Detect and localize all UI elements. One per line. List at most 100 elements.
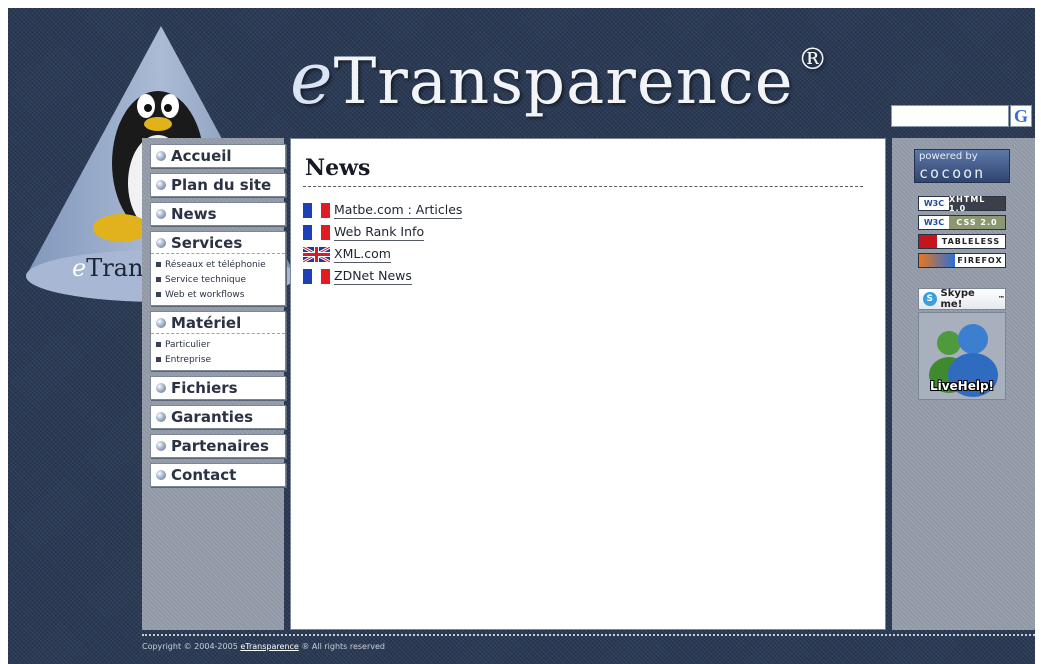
nav-block-partenaires: Partenaires (150, 434, 286, 458)
site-title: eTransparence ® (290, 36, 829, 120)
w3c-label: W3C (919, 216, 949, 229)
services-submenu: Réseaux et téléphonie Service technique … (151, 254, 285, 305)
nav-item-materiel[interactable]: Matériel (151, 312, 285, 334)
footer-brand-link[interactable]: eTransparence (240, 642, 298, 651)
footer-copyright: Copyright © 2004-2005 (142, 642, 238, 651)
flag-france-icon (303, 224, 330, 240)
bullet-icon (156, 383, 166, 393)
cone-brand-initial: e (72, 254, 86, 282)
nav-label: Garanties (171, 408, 254, 426)
nav-item-plan-du-site[interactable]: Plan du site (151, 174, 285, 196)
subnav-label: Réseaux et téléphonie (165, 259, 266, 270)
news-item: ZDNet News (303, 265, 462, 287)
bullet-icon (156, 237, 166, 248)
nav-label: Services (171, 233, 243, 252)
w3c-css-badge[interactable]: W3C CSS 2.0 (918, 215, 1006, 230)
news-list: Matbe.com : Articles Web Rank Info XML.c… (303, 199, 463, 287)
nav-label: News (171, 205, 217, 223)
nav-block-plan: Plan du site (150, 173, 286, 197)
w3c-xhtml-badge[interactable]: W3C XHTML 1.0 (918, 195, 1006, 213)
cocoon-badge-bottom: cocoon (919, 164, 986, 182)
skype-tm: ™ (998, 295, 1005, 303)
tableless-badge[interactable]: TABLELESS (918, 234, 1006, 249)
nav-label: Fichiers (171, 379, 238, 397)
footer-rights: ® All rights reserved (301, 642, 386, 651)
skype-label: Skype me! (940, 288, 975, 310)
tableless-label: TABLELESS (941, 237, 1001, 246)
flag-france-icon (303, 268, 330, 284)
news-item: Web Rank Info (303, 221, 462, 243)
bullet-icon (156, 151, 166, 161)
flag-uk-icon (303, 246, 330, 262)
square-bullet-icon (156, 342, 161, 347)
bullet-icon (156, 317, 166, 328)
nav-label: Plan du site (171, 176, 272, 194)
title-divider (303, 186, 863, 187)
bullet-icon (156, 470, 166, 480)
skype-icon: S (923, 292, 937, 306)
subnav-particulier[interactable]: Particulier (156, 337, 285, 352)
nav-label: Contact (171, 466, 237, 484)
w3c-label: W3C (919, 197, 949, 210)
page-title: News (305, 155, 371, 181)
nav-item-contact[interactable]: Contact (151, 464, 285, 486)
css-label: CSS 2.0 (949, 216, 1005, 229)
nav-block-accueil: Accueil (150, 144, 286, 168)
subnav-web-workflows[interactable]: Web et workflows (156, 287, 285, 302)
search-input[interactable] (891, 105, 1009, 127)
bullet-icon (156, 209, 166, 219)
subnav-service-technique[interactable]: Service technique (156, 272, 285, 287)
bullet-icon (156, 180, 166, 190)
footer-divider (142, 634, 1035, 636)
page-frame: eTransp eTransparence ® G Accueil Plan du… (8, 8, 1035, 664)
news-link-zdnet[interactable]: ZDNet News (334, 268, 412, 285)
nav-item-partenaires[interactable]: Partenaires (151, 435, 285, 457)
nav-label: Accueil (171, 147, 232, 165)
bullet-icon (156, 441, 166, 451)
nav-item-accueil[interactable]: Accueil (151, 145, 285, 167)
nav-label: Partenaires (171, 437, 269, 455)
skype-me-badge[interactable]: S Skype me! ™ (918, 288, 1006, 310)
nav-block-fichiers: Fichiers (150, 376, 286, 400)
powered-by-cocoon-badge[interactable]: powered by cocoon (914, 149, 1010, 183)
nav-label: Matériel (171, 313, 242, 332)
subnav-label: Particulier (165, 339, 211, 350)
google-search-button[interactable]: G (1010, 105, 1032, 127)
subnav-reseaux-telephonie[interactable]: Réseaux et téléphonie (156, 257, 285, 272)
nav-block-services: Services Réseaux et téléphonie Service t… (150, 231, 286, 306)
nav-block-garanties: Garanties (150, 405, 286, 429)
main-navigation: Accueil Plan du site News Services Résea… (150, 144, 286, 492)
news-link-web-rank-info[interactable]: Web Rank Info (334, 224, 425, 241)
firefox-label: FIREFOX (957, 256, 1003, 265)
news-link-matbe[interactable]: Matbe.com : Articles (334, 202, 463, 219)
registered-mark: ® (797, 42, 829, 77)
brand-initial: e (290, 36, 334, 120)
square-bullet-icon (156, 262, 161, 267)
search-form: G (891, 104, 1035, 128)
firefox-icon (919, 254, 955, 267)
subnav-entreprise[interactable]: Entreprise (156, 352, 285, 367)
materiel-submenu: Particulier Entreprise (151, 334, 285, 370)
nav-item-garanties[interactable]: Garanties (151, 406, 285, 428)
nav-item-news[interactable]: News (151, 203, 285, 225)
news-item: Matbe.com : Articles (303, 199, 463, 221)
livehelp-badge[interactable]: LiveHelp! (918, 312, 1006, 400)
nav-item-services[interactable]: Services (151, 232, 285, 254)
brand-name: Transparence (333, 45, 794, 119)
nav-block-contact: Contact (150, 463, 286, 487)
news-link-xml-com[interactable]: XML.com (334, 246, 391, 263)
nav-item-fichiers[interactable]: Fichiers (151, 377, 285, 399)
square-bullet-icon (156, 292, 161, 297)
bullet-icon (156, 412, 166, 422)
cocoon-badge-top: powered by (919, 151, 978, 162)
nav-block-materiel: Matériel Particulier Entreprise (150, 311, 286, 371)
square-bullet-icon (156, 277, 161, 282)
flag-france-icon (303, 202, 330, 218)
square-bullet-icon (156, 357, 161, 362)
nav-block-news: News (150, 202, 286, 226)
tableless-icon (919, 235, 937, 248)
subnav-label: Web et workflows (165, 289, 245, 300)
news-item: XML.com (303, 243, 462, 265)
subnav-label: Service technique (165, 274, 246, 285)
firefox-badge[interactable]: FIREFOX (918, 253, 1006, 268)
